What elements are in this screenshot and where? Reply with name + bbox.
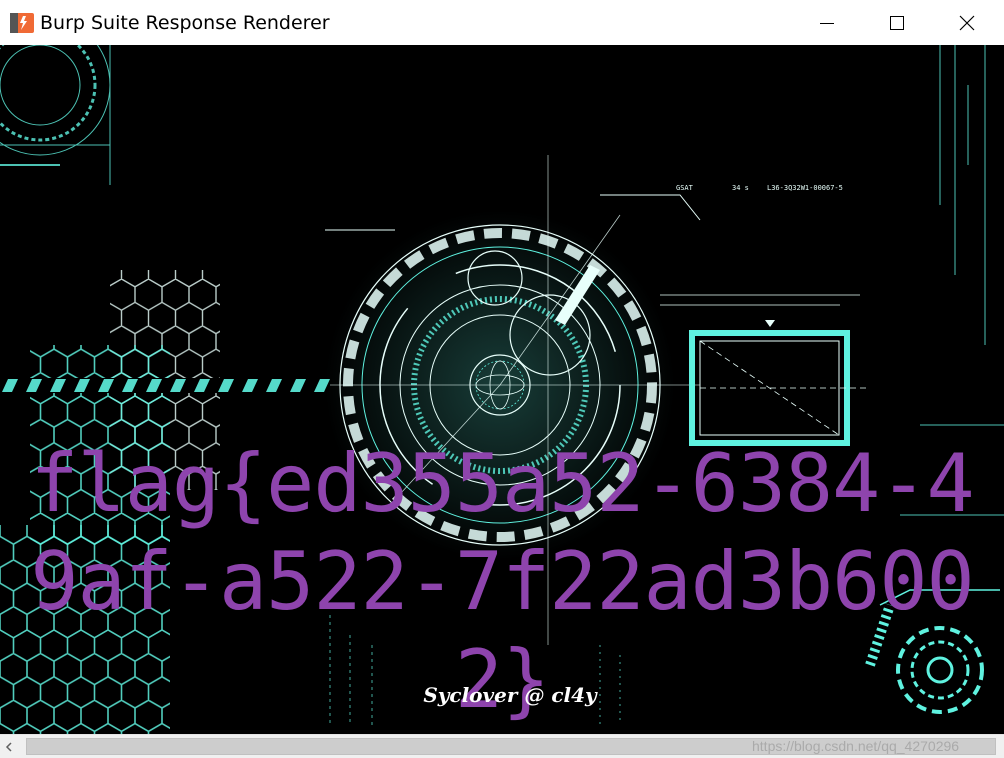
csdn-watermark: https://blog.csdn.net/qq_4270296 bbox=[752, 738, 960, 754]
scroll-left-button[interactable] bbox=[0, 735, 17, 758]
monitor-panel bbox=[660, 294, 870, 446]
title-bar: Burp Suite Response Renderer bbox=[0, 0, 1004, 45]
window-title: Burp Suite Response Renderer bbox=[40, 12, 330, 34]
signature-text: Syclover @ cl4y bbox=[423, 683, 597, 707]
close-icon bbox=[959, 15, 975, 30]
maximize-icon bbox=[890, 15, 904, 30]
hud-label-gsat: GSAT bbox=[676, 184, 694, 192]
scroll-left-arrow-icon bbox=[5, 741, 12, 752]
rendered-response: GSAT 34 s L36-3Q32W1-00067-5 flag{ed355a… bbox=[0, 45, 1004, 734]
hud-label-gsat-value: 34 s bbox=[732, 184, 749, 192]
hud-text-labels: GSAT 34 s L36-3Q32W1-00067-5 bbox=[676, 184, 843, 192]
minimize-icon bbox=[820, 22, 834, 24]
horizontal-scrollbar[interactable]: https://blog.csdn.net/qq_4270296 bbox=[0, 734, 1004, 758]
maximize-button[interactable] bbox=[862, 0, 932, 45]
striped-bar bbox=[0, 378, 345, 393]
burp-suite-icon bbox=[10, 13, 34, 33]
corner-radar-top-left bbox=[0, 45, 111, 185]
hud-label-code: L36-3Q32W1-00067-5 bbox=[767, 184, 843, 192]
minimize-button[interactable] bbox=[792, 0, 862, 45]
close-button[interactable] bbox=[932, 0, 1002, 45]
